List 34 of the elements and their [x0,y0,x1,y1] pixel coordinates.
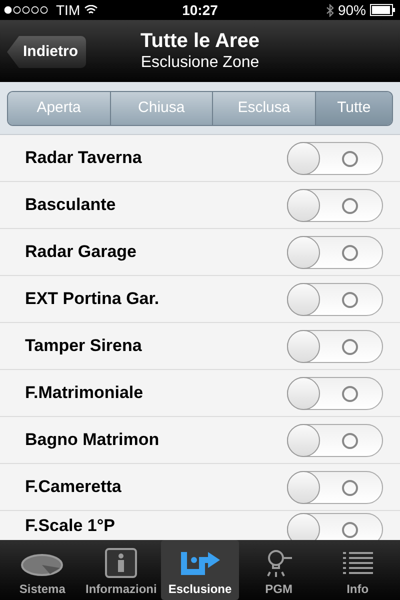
zone-name: Basculante [25,194,116,216]
toggle-switch[interactable] [287,424,383,456]
zone-name: Tamper Sirena [25,335,142,358]
toggle-switch[interactable] [287,470,383,504]
tab-bar-item[interactable]: Sistema [3,540,82,600]
toggle-switch[interactable] [287,236,383,268]
zone-name: F.Cameretta [25,476,122,498]
tab-bar-item[interactable]: Info [318,540,397,600]
battery-percent: 90% [338,0,366,20]
wifi-icon [84,5,98,15]
info-icon [104,548,138,578]
tab-bar-item[interactable]: Informazioni [82,540,161,600]
zone-name: Radar Garage [25,241,136,264]
nav-title: Tutte le Aree [140,29,260,53]
carrier-name: TIM [56,0,80,20]
clock-time: 10:27 [182,0,218,20]
toggle-switch[interactable] [287,376,383,410]
toggle-switch[interactable] [287,282,383,316]
toggle-switch[interactable] [287,513,383,540]
tab-bar-item[interactable]: PGM [239,540,318,600]
battery-icon [370,4,396,16]
zone-name: F.Matrimoniale [25,382,144,404]
disc-icon [20,552,64,578]
toggle-switch[interactable] [287,188,383,222]
zone-name: Radar Taverna [25,147,142,170]
toggle-switch[interactable] [287,142,383,174]
toggle-switch[interactable] [287,330,383,362]
tab-bar-item[interactable]: Esclusione [160,540,240,600]
nav-subtitle: Esclusione Zone [140,53,260,73]
bluetooth-icon [326,4,334,16]
zone-name: Bagno Matrimon [25,429,160,452]
back-button[interactable]: Indietro [7,36,86,68]
zone-name: F.Scale 1°P [25,515,115,537]
zone-name: EXT Portina Gar. [25,288,160,310]
